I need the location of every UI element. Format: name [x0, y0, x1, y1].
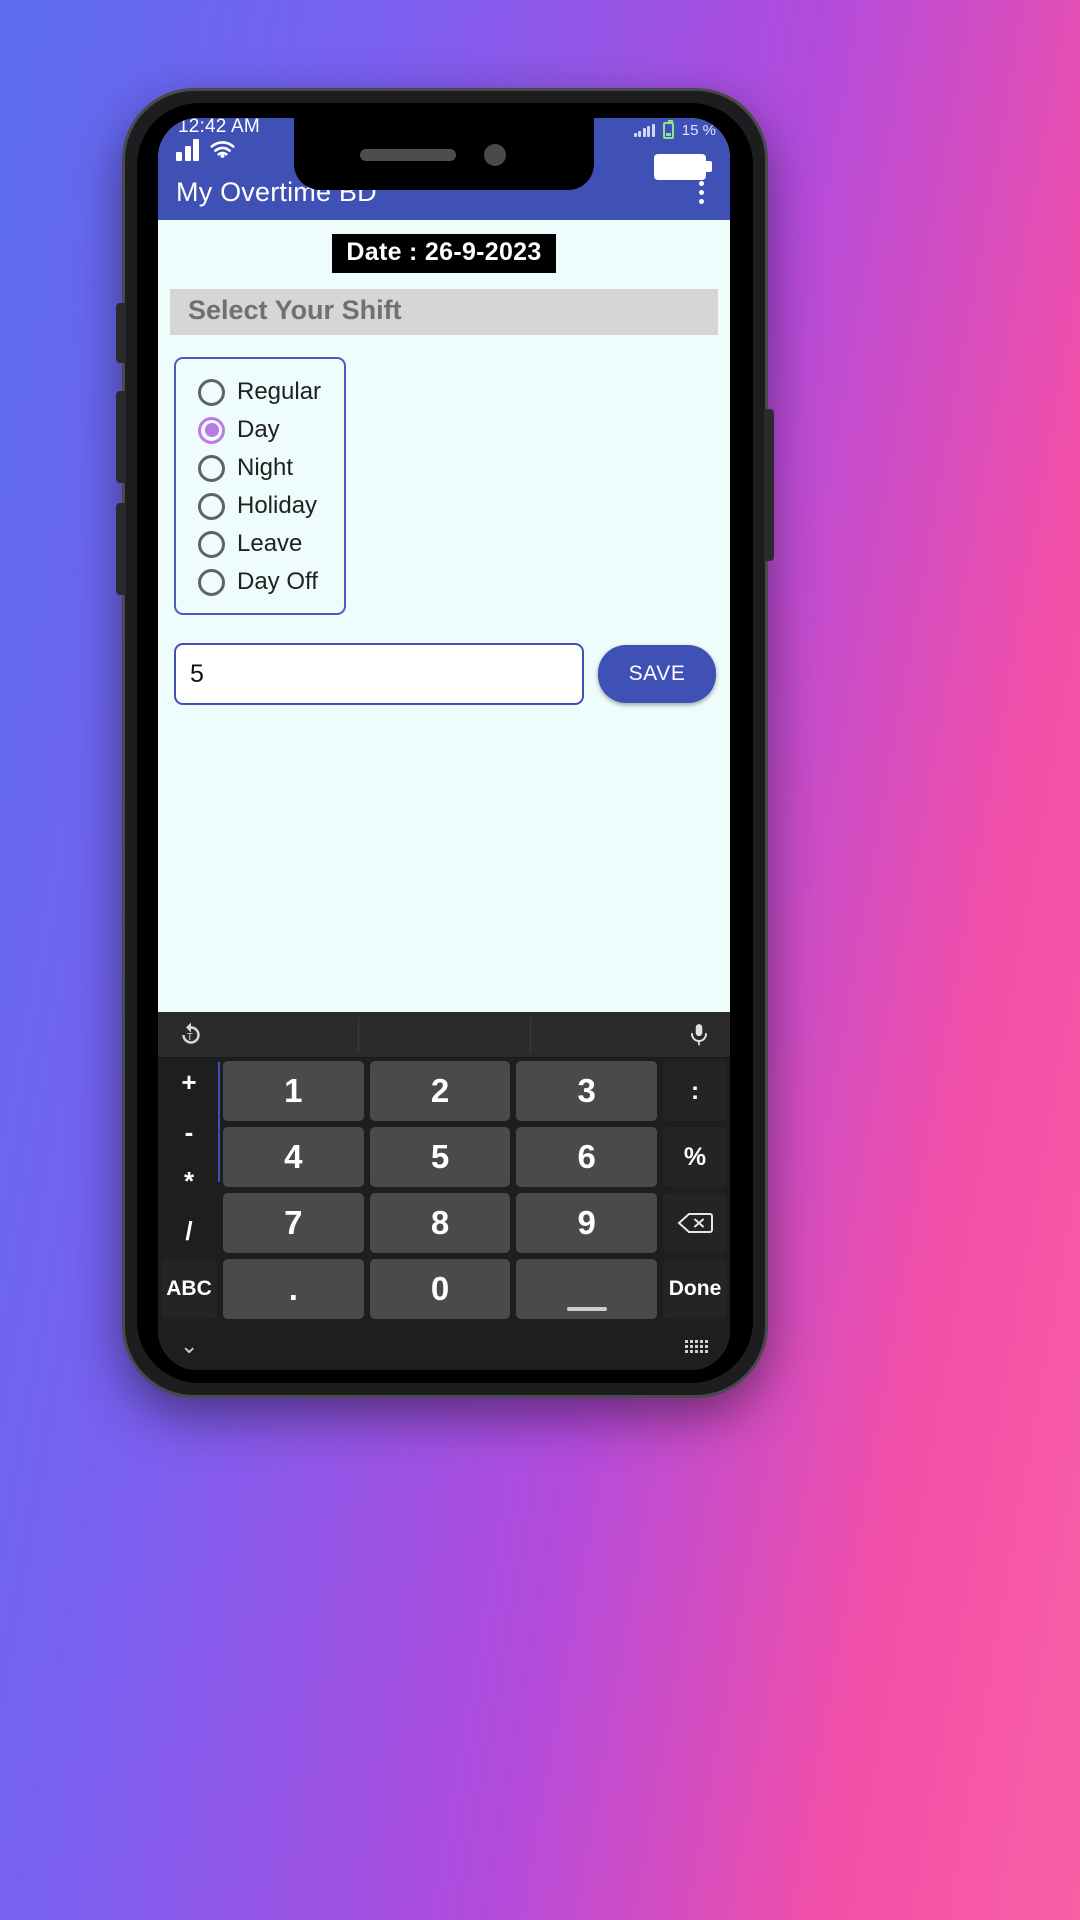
key-done[interactable]: Done — [663, 1259, 727, 1319]
key-percent[interactable]: % — [663, 1127, 727, 1187]
earpiece-speaker — [360, 149, 456, 161]
key-colon[interactable]: : — [663, 1061, 727, 1121]
keyboard-grid: + - * / 1 2 3 : 4 5 6 % 7 8 9 ABC . 0 Do… — [158, 1058, 730, 1322]
key-backspace[interactable] — [663, 1193, 727, 1253]
battery-percent-label: 15 % — [681, 122, 716, 139]
key-1[interactable]: 1 — [223, 1061, 364, 1121]
key-dot[interactable]: . — [223, 1259, 364, 1319]
radio-circle-icon — [198, 568, 225, 596]
side-button-volume-down[interactable] — [116, 503, 126, 595]
keyboard-operator-column: + - * / — [158, 1058, 220, 1256]
front-camera-icon — [484, 144, 506, 166]
key-3[interactable]: 3 — [516, 1061, 657, 1121]
radio-label: Leave — [237, 530, 303, 557]
date-banner: Date : 26-9-2023 — [332, 234, 556, 273]
key-abc[interactable]: ABC — [161, 1259, 217, 1319]
mobile-signal-icon — [633, 124, 655, 137]
radio-label: Day — [237, 416, 280, 443]
svg-text:T: T — [187, 1032, 193, 1043]
battery-large-icon — [654, 154, 712, 180]
chevron-down-icon[interactable]: ⌄ — [180, 1333, 198, 1359]
side-button-power[interactable] — [764, 409, 774, 561]
radio-label: Holiday — [237, 492, 318, 519]
key-divide[interactable]: / — [161, 1209, 217, 1253]
key-6[interactable]: 6 — [516, 1127, 657, 1187]
shift-radio-group: Regular Day Night Holiday Leave Day Off — [174, 357, 346, 615]
status-bar-left: 12:42 AM — [176, 118, 260, 161]
radio-option-regular[interactable]: Regular — [176, 373, 344, 411]
key-plus[interactable]: + — [161, 1061, 217, 1105]
keyboard-bottom-bar: ⌄ — [158, 1322, 730, 1370]
main-content: Date : 26-9-2023 Select Your Shift Regul… — [158, 220, 730, 870]
battery-icon — [662, 120, 674, 139]
radio-option-day[interactable]: Day — [176, 411, 344, 449]
key-2[interactable]: 2 — [369, 1061, 511, 1121]
side-button-mute[interactable] — [116, 303, 126, 363]
radio-circle-icon — [198, 530, 225, 558]
radio-label: Day Off — [237, 568, 318, 595]
status-clock: 12:42 AM — [178, 118, 260, 137]
status-left-icons — [176, 139, 236, 161]
radio-circle-icon — [198, 454, 225, 482]
numeric-keyboard: T + - * / 1 2 3: 4 5 6 % 7 8 9 ABC . 0 … — [158, 1012, 730, 1370]
keyboard-suggestion-bar: T — [158, 1012, 730, 1058]
radio-option-leave[interactable]: Leave — [176, 525, 344, 563]
key-4[interactable]: 4 — [223, 1127, 364, 1187]
status-bar-right: 15 % — [633, 120, 716, 139]
shift-section-header: Select Your Shift — [170, 289, 718, 335]
radio-option-night[interactable]: Night — [176, 449, 344, 487]
phone-screen: 12:42 AM 15 % My Overtime BD Date: 26-9… — [158, 118, 730, 1370]
overtime-hours-input[interactable] — [174, 643, 584, 705]
radio-circle-selected-icon — [198, 416, 225, 444]
operator-column-divider — [218, 1062, 220, 1182]
phone-notch — [294, 118, 594, 190]
key-9[interactable]: 9 — [516, 1193, 657, 1253]
key-7[interactable]: 7 — [223, 1193, 364, 1253]
backspace-icon — [677, 1213, 713, 1233]
keyboard-switch-icon[interactable] — [685, 1339, 708, 1353]
wifi-icon — [210, 141, 235, 158]
clipboard-history-icon[interactable]: T — [176, 1020, 206, 1050]
radio-circle-icon — [198, 492, 225, 520]
radio-label: Night — [237, 454, 294, 481]
side-button-volume-up[interactable] — [116, 391, 126, 483]
radio-option-holiday[interactable]: Holiday — [176, 487, 344, 525]
date-banner-container: Date : 26-9-2023 — [158, 220, 730, 273]
key-minus[interactable]: - — [161, 1110, 217, 1154]
save-button[interactable]: SAVE — [598, 645, 716, 703]
key-space[interactable] — [516, 1259, 657, 1319]
radio-circle-icon — [198, 378, 225, 406]
signal-bars-icon — [176, 139, 199, 161]
key-8[interactable]: 8 — [369, 1193, 511, 1253]
microphone-icon[interactable] — [686, 1020, 712, 1050]
radio-label: Regular — [237, 378, 322, 405]
key-0[interactable]: 0 — [369, 1259, 511, 1319]
radio-option-day-off[interactable]: Day Off — [176, 563, 344, 601]
key-multiply[interactable]: * — [161, 1160, 217, 1204]
key-5[interactable]: 5 — [369, 1127, 511, 1187]
phone-frame: 12:42 AM 15 % My Overtime BD Date: 26-9… — [116, 88, 774, 1398]
app-root: 12:42 AM 15 % My Overtime BD Date: 26-9… — [158, 118, 730, 1370]
suggestion-dividers — [158, 1012, 730, 1058]
space-icon — [566, 1307, 607, 1311]
entry-row: SAVE — [174, 643, 716, 705]
